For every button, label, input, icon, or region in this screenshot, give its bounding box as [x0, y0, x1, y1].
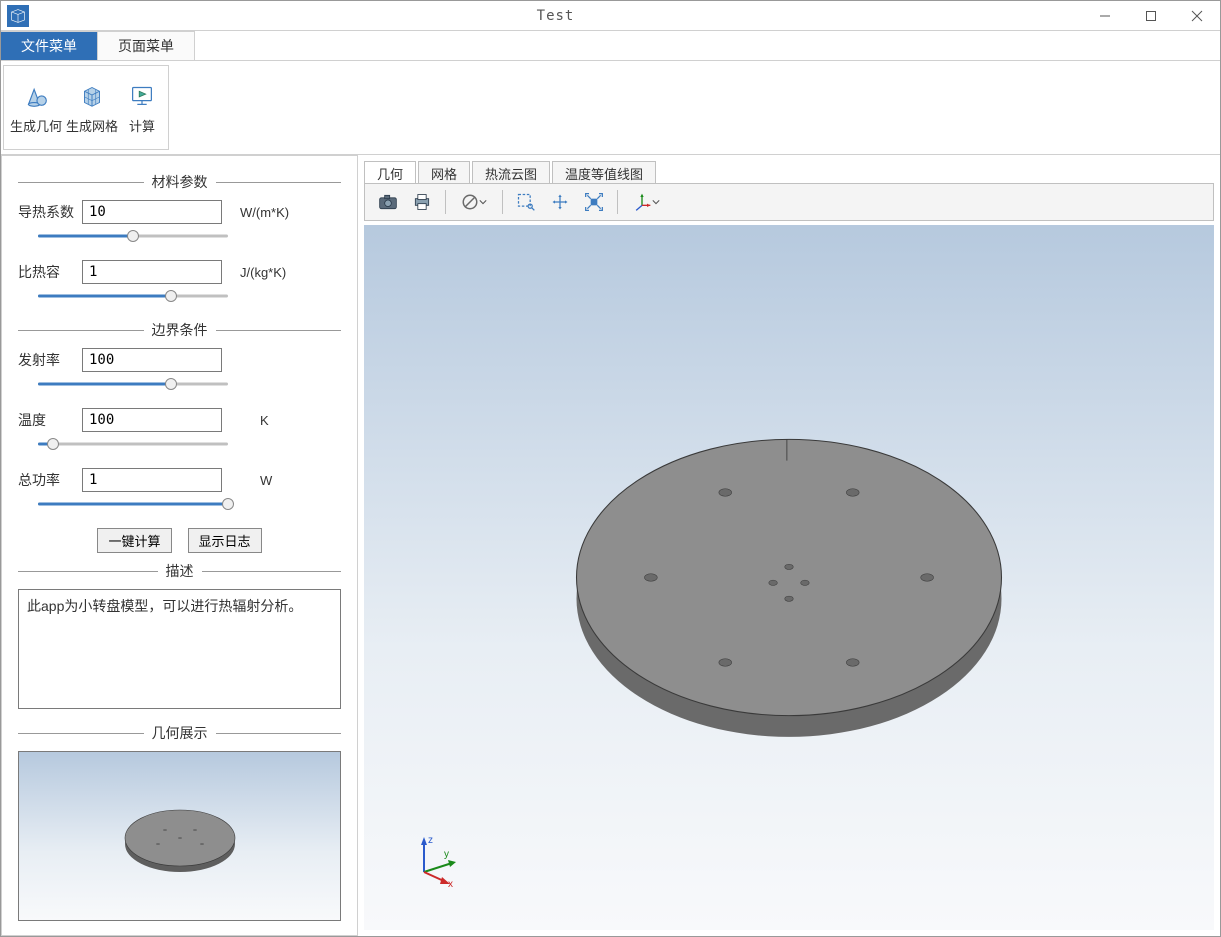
cube-mesh-icon [77, 80, 107, 110]
camera-icon[interactable] [373, 188, 403, 216]
field-unit: K [260, 413, 269, 428]
titlebar: Test [1, 1, 1220, 31]
sidebar: 材料参数 导热系数 W/(m*K) 比热容 J/(kg*K) 边界条件 发射率 [1, 155, 358, 936]
axis-orient-icon[interactable] [626, 188, 666, 216]
disk-thumbnail [80, 776, 280, 896]
close-button[interactable] [1174, 1, 1220, 31]
chevron-down-icon [479, 198, 487, 206]
row-total-power: 总功率 W [18, 468, 341, 492]
temperature-input[interactable] [82, 408, 222, 432]
build-mesh-button[interactable]: 生成网格 [64, 70, 120, 145]
temperature-slider[interactable] [38, 436, 228, 452]
field-label: 总功率 [18, 470, 74, 490]
window-buttons [1082, 1, 1220, 31]
field-label: 温度 [18, 410, 74, 430]
view-toolbar [364, 183, 1214, 221]
group-title: 描述 [158, 561, 202, 581]
group-description: 描述 [18, 561, 341, 581]
tab-geometry[interactable]: 几何 [364, 161, 416, 183]
field-unit: J/(kg*K) [240, 265, 286, 280]
coordinate-triad: z y x [404, 827, 464, 890]
total-power-slider[interactable] [38, 496, 228, 512]
group-boundary-conditions: 边界条件 [18, 320, 341, 340]
description-text: 此app为小转盘模型，可以进行热辐射分析。 [18, 589, 341, 709]
ribbon-label: 生成几何 [10, 116, 62, 135]
ribbon-toolbar: 生成几何 生成网格 计算 [1, 61, 1220, 155]
group-title: 材料参数 [144, 172, 216, 192]
thermal-conductivity-input[interactable] [82, 200, 222, 224]
tab-label: 文件菜单 [21, 36, 77, 56]
specific-heat-input[interactable] [82, 260, 222, 284]
minimize-button[interactable] [1082, 1, 1128, 31]
ribbon-group: 生成几何 生成网格 计算 [3, 65, 169, 150]
tab-mesh[interactable]: 网格 [418, 161, 470, 183]
ribbon-label: 生成网格 [66, 116, 118, 135]
tab-page-menu[interactable]: 页面菜单 [98, 31, 195, 60]
row-specific-heat: 比热容 J/(kg*K) [18, 260, 341, 284]
zoom-box-icon[interactable] [511, 188, 541, 216]
total-power-input[interactable] [82, 468, 222, 492]
row-emissivity: 发射率 [18, 348, 341, 372]
pan-icon[interactable] [545, 188, 575, 216]
thermal-conductivity-slider[interactable] [38, 228, 228, 244]
play-screen-icon [127, 80, 157, 110]
emissivity-slider[interactable] [38, 376, 228, 392]
show-log-button[interactable]: 显示日志 [188, 528, 262, 553]
group-title: 边界条件 [144, 320, 216, 340]
ribbon-label: 计算 [129, 116, 155, 135]
field-label: 发射率 [18, 350, 74, 370]
field-label: 导热系数 [18, 202, 74, 222]
printer-icon[interactable] [407, 188, 437, 216]
zoom-extents-icon[interactable] [579, 188, 609, 216]
svg-text:x: x [448, 879, 453, 887]
one-click-calc-button[interactable]: 一键计算 [97, 528, 171, 553]
menu-tabs: 文件菜单 页面菜单 [1, 31, 1220, 61]
app-icon [7, 5, 29, 27]
geometry-preview-canvas[interactable] [18, 751, 341, 921]
tab-label: 热流云图 [485, 167, 537, 182]
tab-label: 页面菜单 [118, 36, 174, 56]
group-material-params: 材料参数 [18, 172, 341, 192]
field-label: 比热容 [18, 262, 74, 282]
window-title: Test [29, 8, 1082, 24]
group-title: 几何展示 [144, 723, 216, 743]
maximize-button[interactable] [1128, 1, 1174, 31]
tab-label: 网格 [431, 167, 457, 182]
svg-text:y: y [444, 849, 449, 860]
no-icon[interactable] [454, 188, 494, 216]
row-temperature: 温度 K [18, 408, 341, 432]
cone-sphere-icon [21, 80, 51, 110]
specific-heat-slider[interactable] [38, 288, 228, 304]
field-unit: W/(m*K) [240, 205, 289, 220]
tab-label: 温度等值线图 [565, 167, 643, 182]
group-geometry-preview: 几何展示 [18, 723, 341, 743]
emissivity-input[interactable] [82, 348, 222, 372]
view-tabs: 几何 网格 热流云图 温度等值线图 [364, 161, 1214, 183]
svg-text:z: z [428, 835, 433, 846]
tab-file-menu[interactable]: 文件菜单 [1, 31, 98, 60]
row-thermal-conductivity: 导热系数 W/(m*K) [18, 200, 341, 224]
tab-label: 几何 [377, 167, 403, 182]
content-area: 几何 网格 热流云图 温度等值线图 [358, 155, 1220, 936]
field-unit: W [260, 473, 272, 488]
tab-temperature-isoline[interactable]: 温度等值线图 [552, 161, 656, 183]
tab-heat-flow-contour[interactable]: 热流云图 [472, 161, 550, 183]
geometry-canvas[interactable]: z y x [364, 225, 1214, 930]
build-geometry-button[interactable]: 生成几何 [8, 70, 64, 145]
disk-model [364, 225, 1214, 930]
chevron-down-icon [652, 198, 660, 206]
compute-button[interactable]: 计算 [120, 70, 164, 145]
